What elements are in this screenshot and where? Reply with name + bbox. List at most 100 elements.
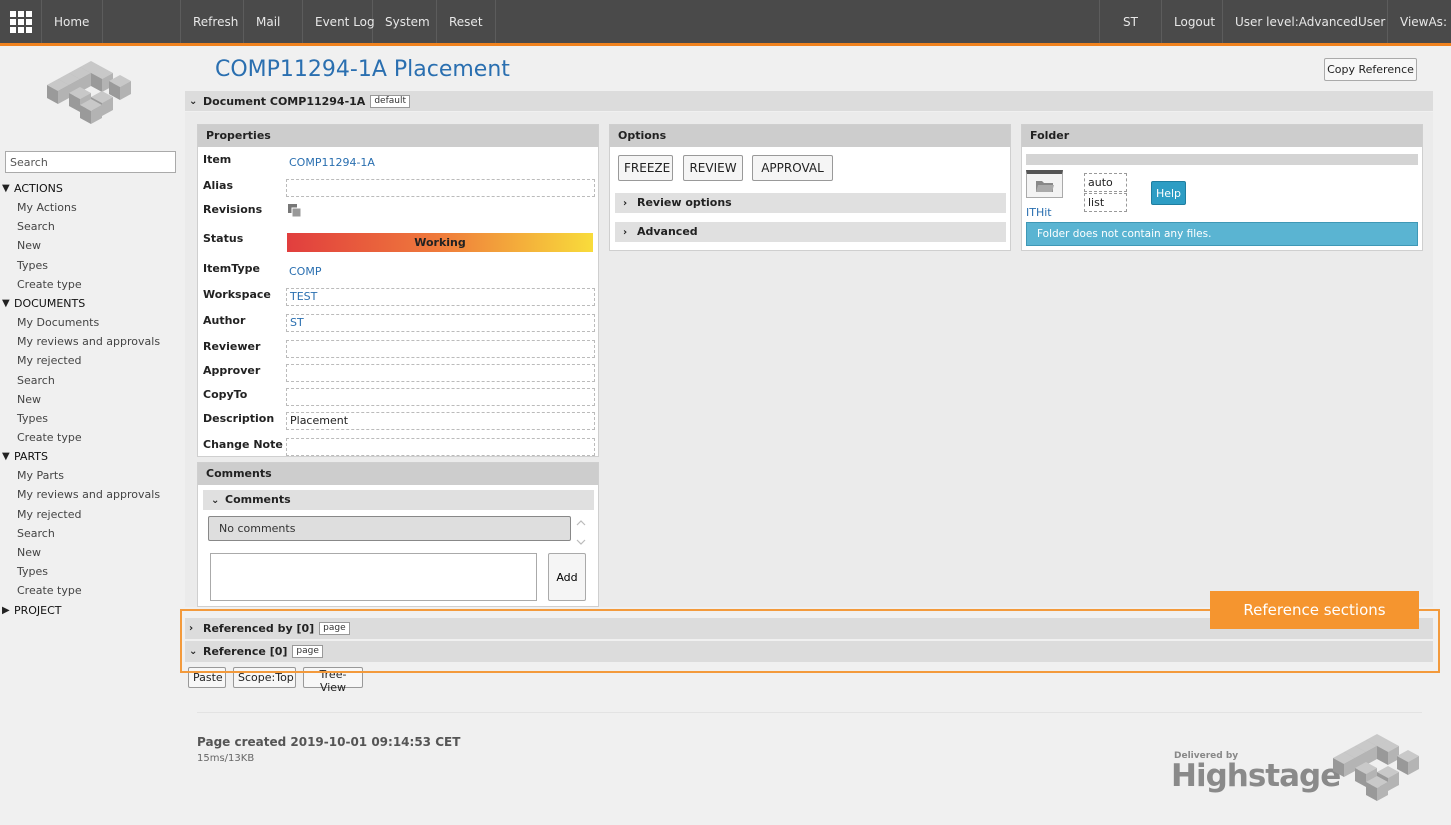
user-level-dropdown[interactable]: User level:AdvancedUser	[1223, 0, 1388, 43]
folder-path-bar	[1026, 154, 1418, 165]
prop-value-alias[interactable]	[286, 179, 595, 197]
sidebar-item-parts-rejected[interactable]: My rejected	[0, 505, 182, 524]
prop-label: CopyTo	[203, 388, 248, 401]
chevron-right-icon: ›	[623, 227, 628, 238]
advanced-label: Advanced	[637, 225, 698, 238]
comments-subsection-header[interactable]: ⌄ Comments	[203, 490, 594, 510]
sidebar-group-documents[interactable]: ▼ DOCUMENTS	[0, 294, 182, 313]
comments-scroll-arrows-icon[interactable]	[575, 518, 587, 548]
folder-panel: Folder ITHit auto list Help Folder does …	[1021, 124, 1423, 251]
advanced-section[interactable]: › Advanced	[615, 222, 1006, 242]
sidebar-item-documents-create-type[interactable]: Create type	[0, 428, 182, 447]
reference-sections-callout: Reference sections	[1210, 591, 1419, 629]
sidebar-group-label: ACTIONS	[14, 182, 63, 195]
approval-button[interactable]: APPROVAL	[752, 155, 833, 181]
document-body: Properties Item COMP11294-1A Alias Revis…	[185, 112, 1433, 607]
prop-value-copyto[interactable]	[286, 388, 595, 406]
nav-home[interactable]: Home	[42, 0, 103, 43]
prop-label: Change Note	[203, 438, 283, 451]
sidebar-item-documents-rejected[interactable]: My rejected	[0, 351, 182, 370]
folder-icon	[1036, 181, 1054, 192]
view-as-menu[interactable]: ViewAs:	[1388, 0, 1451, 43]
nav-mail[interactable]: Mail	[244, 0, 303, 43]
sidebar-item-actions-new[interactable]: New	[0, 236, 182, 255]
sidebar-item-my-actions[interactable]: My Actions	[0, 198, 182, 217]
prop-label: ItemType	[203, 262, 260, 275]
nav-refresh[interactable]: Refresh	[181, 0, 244, 43]
document-template-tag[interactable]: default	[370, 94, 410, 108]
comments-subsection-label: Comments	[225, 493, 291, 506]
add-comment-button[interactable]: Add	[548, 553, 586, 601]
sidebar-item-actions-create-type[interactable]: Create type	[0, 275, 182, 294]
sidebar-nav: ▼ ACTIONS My Actions Search New Types Cre…	[0, 179, 182, 620]
sidebar-group-project[interactable]: ▶ PROJECT	[0, 601, 182, 620]
prop-value-item-link[interactable]: COMP11294-1A	[286, 155, 595, 173]
properties-panel: Properties Item COMP11294-1A Alias Revis…	[197, 124, 599, 457]
chevron-down-icon: ⌄	[211, 495, 220, 506]
sidebar-item-documents-types[interactable]: Types	[0, 409, 182, 428]
options-panel: Options FREEZE REVIEW APPROVAL › Review o…	[609, 124, 1011, 251]
sidebar-item-documents-new[interactable]: New	[0, 390, 182, 409]
prop-value-change-note[interactable]	[286, 438, 595, 456]
sidebar-item-actions-types[interactable]: Types	[0, 256, 182, 275]
nav-system[interactable]: System	[373, 0, 437, 43]
topbar-spacer	[496, 0, 1100, 43]
folder-empty-info: Folder does not contain any files.	[1026, 222, 1418, 246]
folder-icon-box[interactable]	[1026, 170, 1063, 198]
prop-label: Approver	[203, 364, 261, 377]
prop-value-itemtype-link[interactable]: COMP	[286, 264, 595, 282]
chevron-down-icon: ▼	[2, 451, 10, 463]
sidebar-item-actions-search[interactable]: Search	[0, 217, 182, 236]
freeze-button[interactable]: FREEZE	[618, 155, 673, 181]
prop-label: Item	[203, 153, 232, 166]
sidebar-item-documents-reviews[interactable]: My reviews and approvals	[0, 332, 182, 351]
user-level-label: User level:AdvancedUser	[1235, 14, 1386, 29]
sidebar-group-parts[interactable]: ▼ PARTS	[0, 447, 182, 466]
sidebar-item-my-parts[interactable]: My Parts	[0, 466, 182, 485]
copy-reference-button[interactable]: Copy Reference	[1324, 58, 1417, 81]
nav-empty-slot	[103, 0, 181, 43]
prop-value-description[interactable]: Placement	[286, 412, 595, 430]
nav-reset[interactable]: Reset	[437, 0, 496, 43]
sidebar-item-parts-types[interactable]: Types	[0, 562, 182, 581]
revisions-icon[interactable]	[287, 203, 303, 219]
sidebar-item-parts-create-type[interactable]: Create type	[0, 581, 182, 600]
folder-choice-list[interactable]: list	[1084, 193, 1127, 212]
apps-menu-button[interactable]	[0, 0, 42, 43]
prop-label: Alias	[203, 179, 234, 192]
prop-value-approver[interactable]	[286, 364, 595, 382]
document-section-label: Document COMP11294-1A	[203, 94, 366, 108]
page-created-timestamp: Page created 2019-10-01 09:14:53 CET	[197, 735, 461, 749]
sidebar-group-label: PARTS	[14, 450, 48, 464]
sidebar-group-actions[interactable]: ▼ ACTIONS	[0, 179, 182, 198]
document-section-header[interactable]: ⌄ Document COMP11294-1A default	[185, 91, 1433, 111]
page-title: COMP11294-1A Placement	[215, 57, 510, 82]
prop-value-author[interactable]: ST	[286, 314, 595, 332]
folder-name-link[interactable]: ITHit	[1026, 206, 1052, 219]
sidebar-item-parts-new[interactable]: New	[0, 543, 182, 562]
review-options-section[interactable]: › Review options	[615, 193, 1006, 213]
chevron-down-icon: ▼	[2, 297, 10, 309]
sidebar-item-parts-reviews[interactable]: My reviews and approvals	[0, 485, 182, 504]
sidebar-search-input[interactable]	[5, 151, 176, 173]
folder-help-button[interactable]: Help	[1151, 181, 1186, 205]
prop-value-reviewer[interactable]	[286, 340, 595, 358]
options-panel-title: Options	[610, 125, 1010, 147]
highstage-footer-cubes-icon	[1333, 734, 1419, 801]
chevron-down-icon: ⌄	[189, 95, 198, 107]
chevron-right-icon: ›	[623, 198, 628, 209]
prop-value-workspace[interactable]: TEST	[286, 288, 595, 306]
nav-event-log[interactable]: Event Log	[303, 0, 375, 43]
status-badge: Working	[287, 233, 593, 252]
nav-logout[interactable]: Logout	[1162, 0, 1223, 43]
sidebar-item-my-documents[interactable]: My Documents	[0, 313, 182, 332]
highstage-brand-logo-text: Highstage	[1171, 758, 1341, 794]
comment-input[interactable]	[210, 553, 537, 601]
sidebar-item-documents-search[interactable]: Search	[0, 371, 182, 390]
folder-choice-auto[interactable]: auto	[1084, 173, 1127, 192]
sidebar-item-parts-search[interactable]: Search	[0, 524, 182, 543]
prop-label: Status	[203, 232, 244, 245]
nav-user[interactable]: ST	[1100, 0, 1162, 43]
review-button[interactable]: REVIEW	[683, 155, 743, 181]
comments-panel-title: Comments	[198, 463, 598, 485]
